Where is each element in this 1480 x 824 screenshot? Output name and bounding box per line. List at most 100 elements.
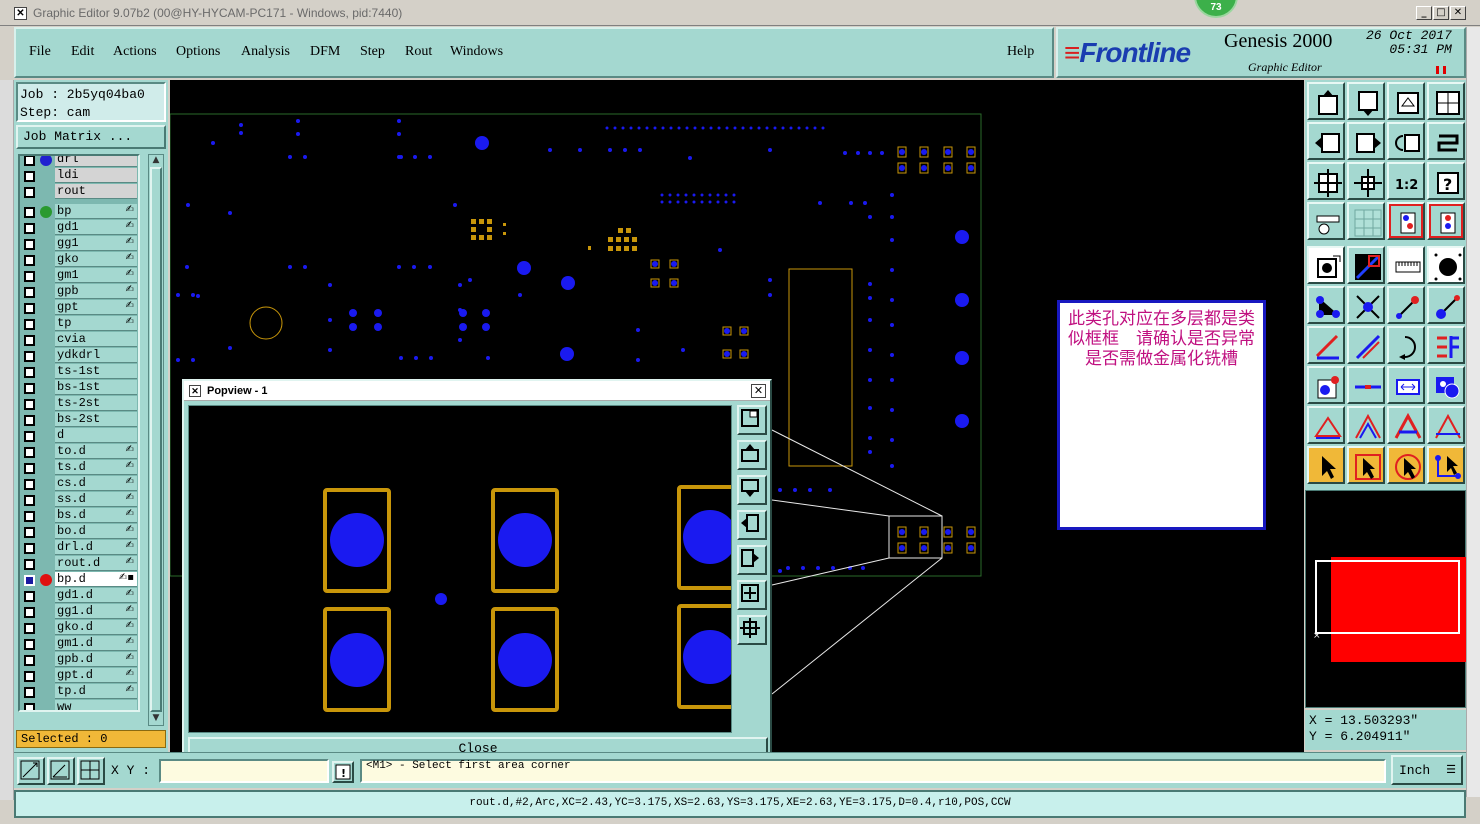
layer-row[interactable]: bs.d ✍ bbox=[20, 508, 138, 524]
pointer-box-icon[interactable] bbox=[1347, 446, 1385, 484]
resize-icon[interactable] bbox=[1387, 366, 1425, 404]
layer-checkbox[interactable] bbox=[24, 156, 35, 166]
popview-pan-right-button[interactable] bbox=[737, 545, 767, 575]
popview-canvas[interactable] bbox=[188, 405, 732, 733]
line-color-icon[interactable] bbox=[1347, 246, 1385, 284]
layer-checkbox[interactable] bbox=[24, 399, 35, 410]
layer-row[interactable]: gpt.d ✍ bbox=[20, 668, 138, 684]
window-right-scrollbar[interactable] bbox=[1466, 27, 1480, 797]
layer-row[interactable]: d bbox=[20, 428, 138, 444]
snap-grid-button[interactable] bbox=[17, 757, 45, 785]
layer-checkbox[interactable] bbox=[24, 351, 35, 362]
layer-row[interactable]: bp.d ✍▪ bbox=[20, 572, 138, 588]
draw-arc-icon[interactable] bbox=[1387, 326, 1425, 364]
layer-checkbox[interactable] bbox=[24, 703, 35, 710]
view-right-icon[interactable] bbox=[1347, 122, 1385, 160]
close-window-button[interactable]: ✕ bbox=[1450, 6, 1466, 20]
view-top-icon[interactable] bbox=[1307, 82, 1345, 120]
layer-name[interactable]: tp.d ✍ bbox=[55, 684, 137, 699]
cross-select-icon[interactable] bbox=[1347, 286, 1385, 324]
layer-scrollbar[interactable]: ▲ ▼ bbox=[148, 154, 164, 726]
layer-row[interactable]: to.d ✍ bbox=[20, 444, 138, 460]
cut-line-icon[interactable] bbox=[1347, 366, 1385, 404]
mirror-view-icon[interactable] bbox=[1427, 122, 1465, 160]
peak-icon[interactable] bbox=[1347, 406, 1385, 444]
layer-checkbox[interactable] bbox=[24, 187, 35, 198]
layer-row[interactable]: gd1 ✍ bbox=[20, 220, 138, 236]
layer-checkbox[interactable] bbox=[24, 447, 35, 458]
xy-input[interactable] bbox=[159, 759, 329, 783]
layer-checkbox[interactable] bbox=[24, 431, 35, 442]
layer-name[interactable]: gg1 ✍ bbox=[55, 236, 137, 251]
snap-mode-icon[interactable] bbox=[1427, 202, 1465, 240]
dot-select-icon[interactable] bbox=[1427, 246, 1465, 284]
layer-row[interactable]: ts-2st bbox=[20, 396, 138, 412]
surface-icon[interactable] bbox=[1427, 366, 1465, 404]
ruler-icon[interactable] bbox=[1387, 246, 1425, 284]
layer-row[interactable]: tp ✍ bbox=[20, 316, 138, 332]
layer-row[interactable]: bs-2st bbox=[20, 412, 138, 428]
layer-name[interactable]: gpt.d ✍ bbox=[55, 668, 137, 683]
layer-name[interactable]: d bbox=[55, 428, 137, 443]
layer-checkbox[interactable] bbox=[24, 687, 35, 698]
layer-row[interactable]: ww bbox=[20, 700, 138, 710]
arch-icon[interactable] bbox=[1387, 406, 1425, 444]
split-view-icon[interactable] bbox=[1427, 82, 1465, 120]
layer-checkbox[interactable] bbox=[24, 575, 35, 586]
layer-row[interactable]: tp.d ✍ bbox=[20, 684, 138, 700]
job-matrix-button[interactable]: Job Matrix ... bbox=[16, 125, 166, 149]
layer-checkbox[interactable] bbox=[24, 511, 35, 522]
menu-help[interactable]: Help bbox=[1007, 44, 1034, 60]
popview-zoom-in-button[interactable] bbox=[737, 615, 767, 645]
layer-row[interactable]: ts.d ✍ bbox=[20, 460, 138, 476]
layer-checkbox[interactable] bbox=[24, 639, 35, 650]
view-bottom-icon[interactable] bbox=[1347, 82, 1385, 120]
snap-angle-button[interactable] bbox=[47, 757, 75, 785]
layer-row[interactable]: gd1.d ✍ bbox=[20, 588, 138, 604]
layer-name[interactable]: gd1 ✍ bbox=[55, 220, 137, 235]
popview-zoom-out-button[interactable] bbox=[737, 580, 767, 610]
popview-zoom-home-button[interactable] bbox=[737, 405, 767, 435]
zoom-one-to-two-icon[interactable]: 1:2 bbox=[1387, 162, 1425, 200]
layer-row[interactable]: gko ✍ bbox=[20, 252, 138, 268]
layer-row[interactable]: gg1 ✍ bbox=[20, 236, 138, 252]
layer-row[interactable]: ydkdrl bbox=[20, 348, 138, 364]
pointer-icon[interactable] bbox=[1307, 446, 1345, 484]
scroll-up-icon[interactable]: ▲ bbox=[149, 155, 163, 167]
layer-name[interactable]: gpt ✍ bbox=[55, 300, 137, 315]
pointer-circle-icon[interactable] bbox=[1387, 446, 1425, 484]
layer-name[interactable]: bp ✍ bbox=[55, 204, 137, 219]
connect-nodes-icon[interactable] bbox=[1307, 286, 1345, 324]
layer-row[interactable]: drl.d ✍ bbox=[20, 540, 138, 556]
rotate-view-icon[interactable] bbox=[1387, 122, 1425, 160]
layer-name[interactable]: gko.d ✍ bbox=[55, 620, 137, 635]
layer-name[interactable]: bo.d ✍ bbox=[55, 524, 137, 539]
layer-name[interactable]: gpb.d ✍ bbox=[55, 652, 137, 667]
layer-checkbox[interactable] bbox=[24, 543, 35, 554]
layer-checkbox[interactable] bbox=[24, 559, 35, 570]
layer-name[interactable]: gm1.d ✍ bbox=[55, 636, 137, 651]
layer-checkbox[interactable] bbox=[24, 319, 35, 330]
layer-row[interactable]: ts-1st bbox=[20, 364, 138, 380]
layer-checkbox[interactable] bbox=[24, 383, 35, 394]
layer-name[interactable]: gpb ✍ bbox=[55, 284, 137, 299]
layer-name[interactable]: bs-2st bbox=[55, 412, 137, 427]
layer-checkbox[interactable] bbox=[24, 367, 35, 378]
layer-name[interactable]: ldi bbox=[55, 168, 137, 183]
pad-select-icon[interactable] bbox=[1307, 246, 1345, 284]
layer-checkbox[interactable] bbox=[24, 527, 35, 538]
layer-row[interactable]: gko.d ✍ bbox=[20, 620, 138, 636]
layer-name[interactable]: to.d ✍ bbox=[55, 444, 137, 459]
popview-pan-up-button[interactable] bbox=[737, 440, 767, 470]
zoom-center-icon[interactable] bbox=[1347, 162, 1385, 200]
add-pad-icon[interactable] bbox=[1307, 366, 1345, 404]
fillet-icon[interactable] bbox=[1427, 406, 1465, 444]
measure-tool-icon[interactable] bbox=[1307, 202, 1345, 240]
pause-icon[interactable] bbox=[1436, 66, 1446, 74]
layer-checkbox[interactable] bbox=[24, 271, 35, 282]
maximize-button[interactable]: □ bbox=[1433, 6, 1449, 20]
layer-row[interactable]: ss.d ✍ bbox=[20, 492, 138, 508]
layer-row[interactable]: rout bbox=[20, 184, 138, 200]
menu-analysis[interactable]: Analysis bbox=[241, 44, 290, 60]
popview-pan-down-button[interactable] bbox=[737, 475, 767, 505]
